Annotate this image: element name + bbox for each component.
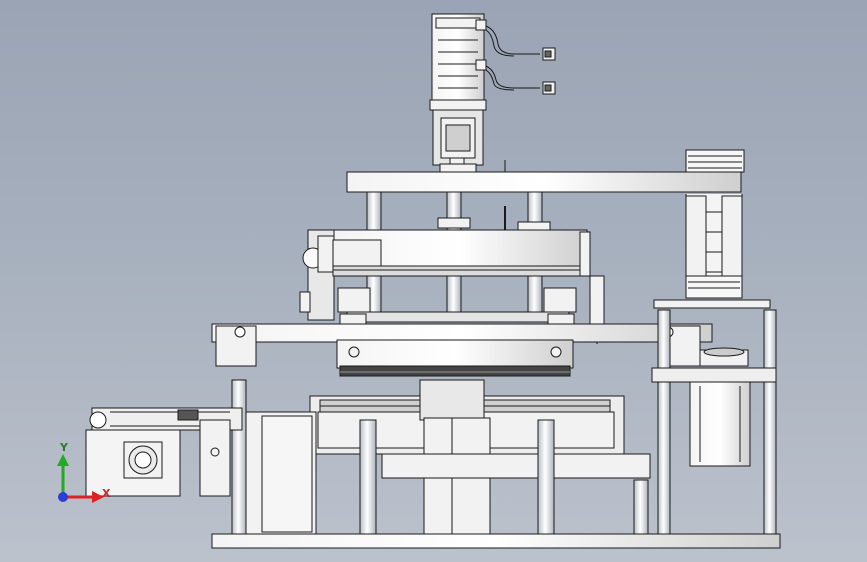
chain-bracket xyxy=(653,299,771,309)
motor-cables xyxy=(485,25,540,91)
servo-motor xyxy=(429,13,487,111)
top-plate xyxy=(346,171,742,193)
motor-coupling xyxy=(432,109,506,173)
base-plate xyxy=(211,533,781,549)
x-axis-label: X xyxy=(102,487,111,500)
conveyor xyxy=(85,407,243,497)
z-axis-dot xyxy=(58,492,68,502)
rod-collar xyxy=(517,221,551,231)
main-beam xyxy=(211,323,713,343)
lower-frame xyxy=(245,379,651,537)
y-axis-label: Y xyxy=(60,441,68,454)
cad-viewport[interactable]: Y X xyxy=(0,0,867,562)
rod-collar xyxy=(437,217,471,229)
cable-connectors xyxy=(542,47,556,95)
pressing-head xyxy=(336,339,574,377)
machine-assembly-drawing xyxy=(57,13,781,549)
cable-chain xyxy=(685,149,745,299)
